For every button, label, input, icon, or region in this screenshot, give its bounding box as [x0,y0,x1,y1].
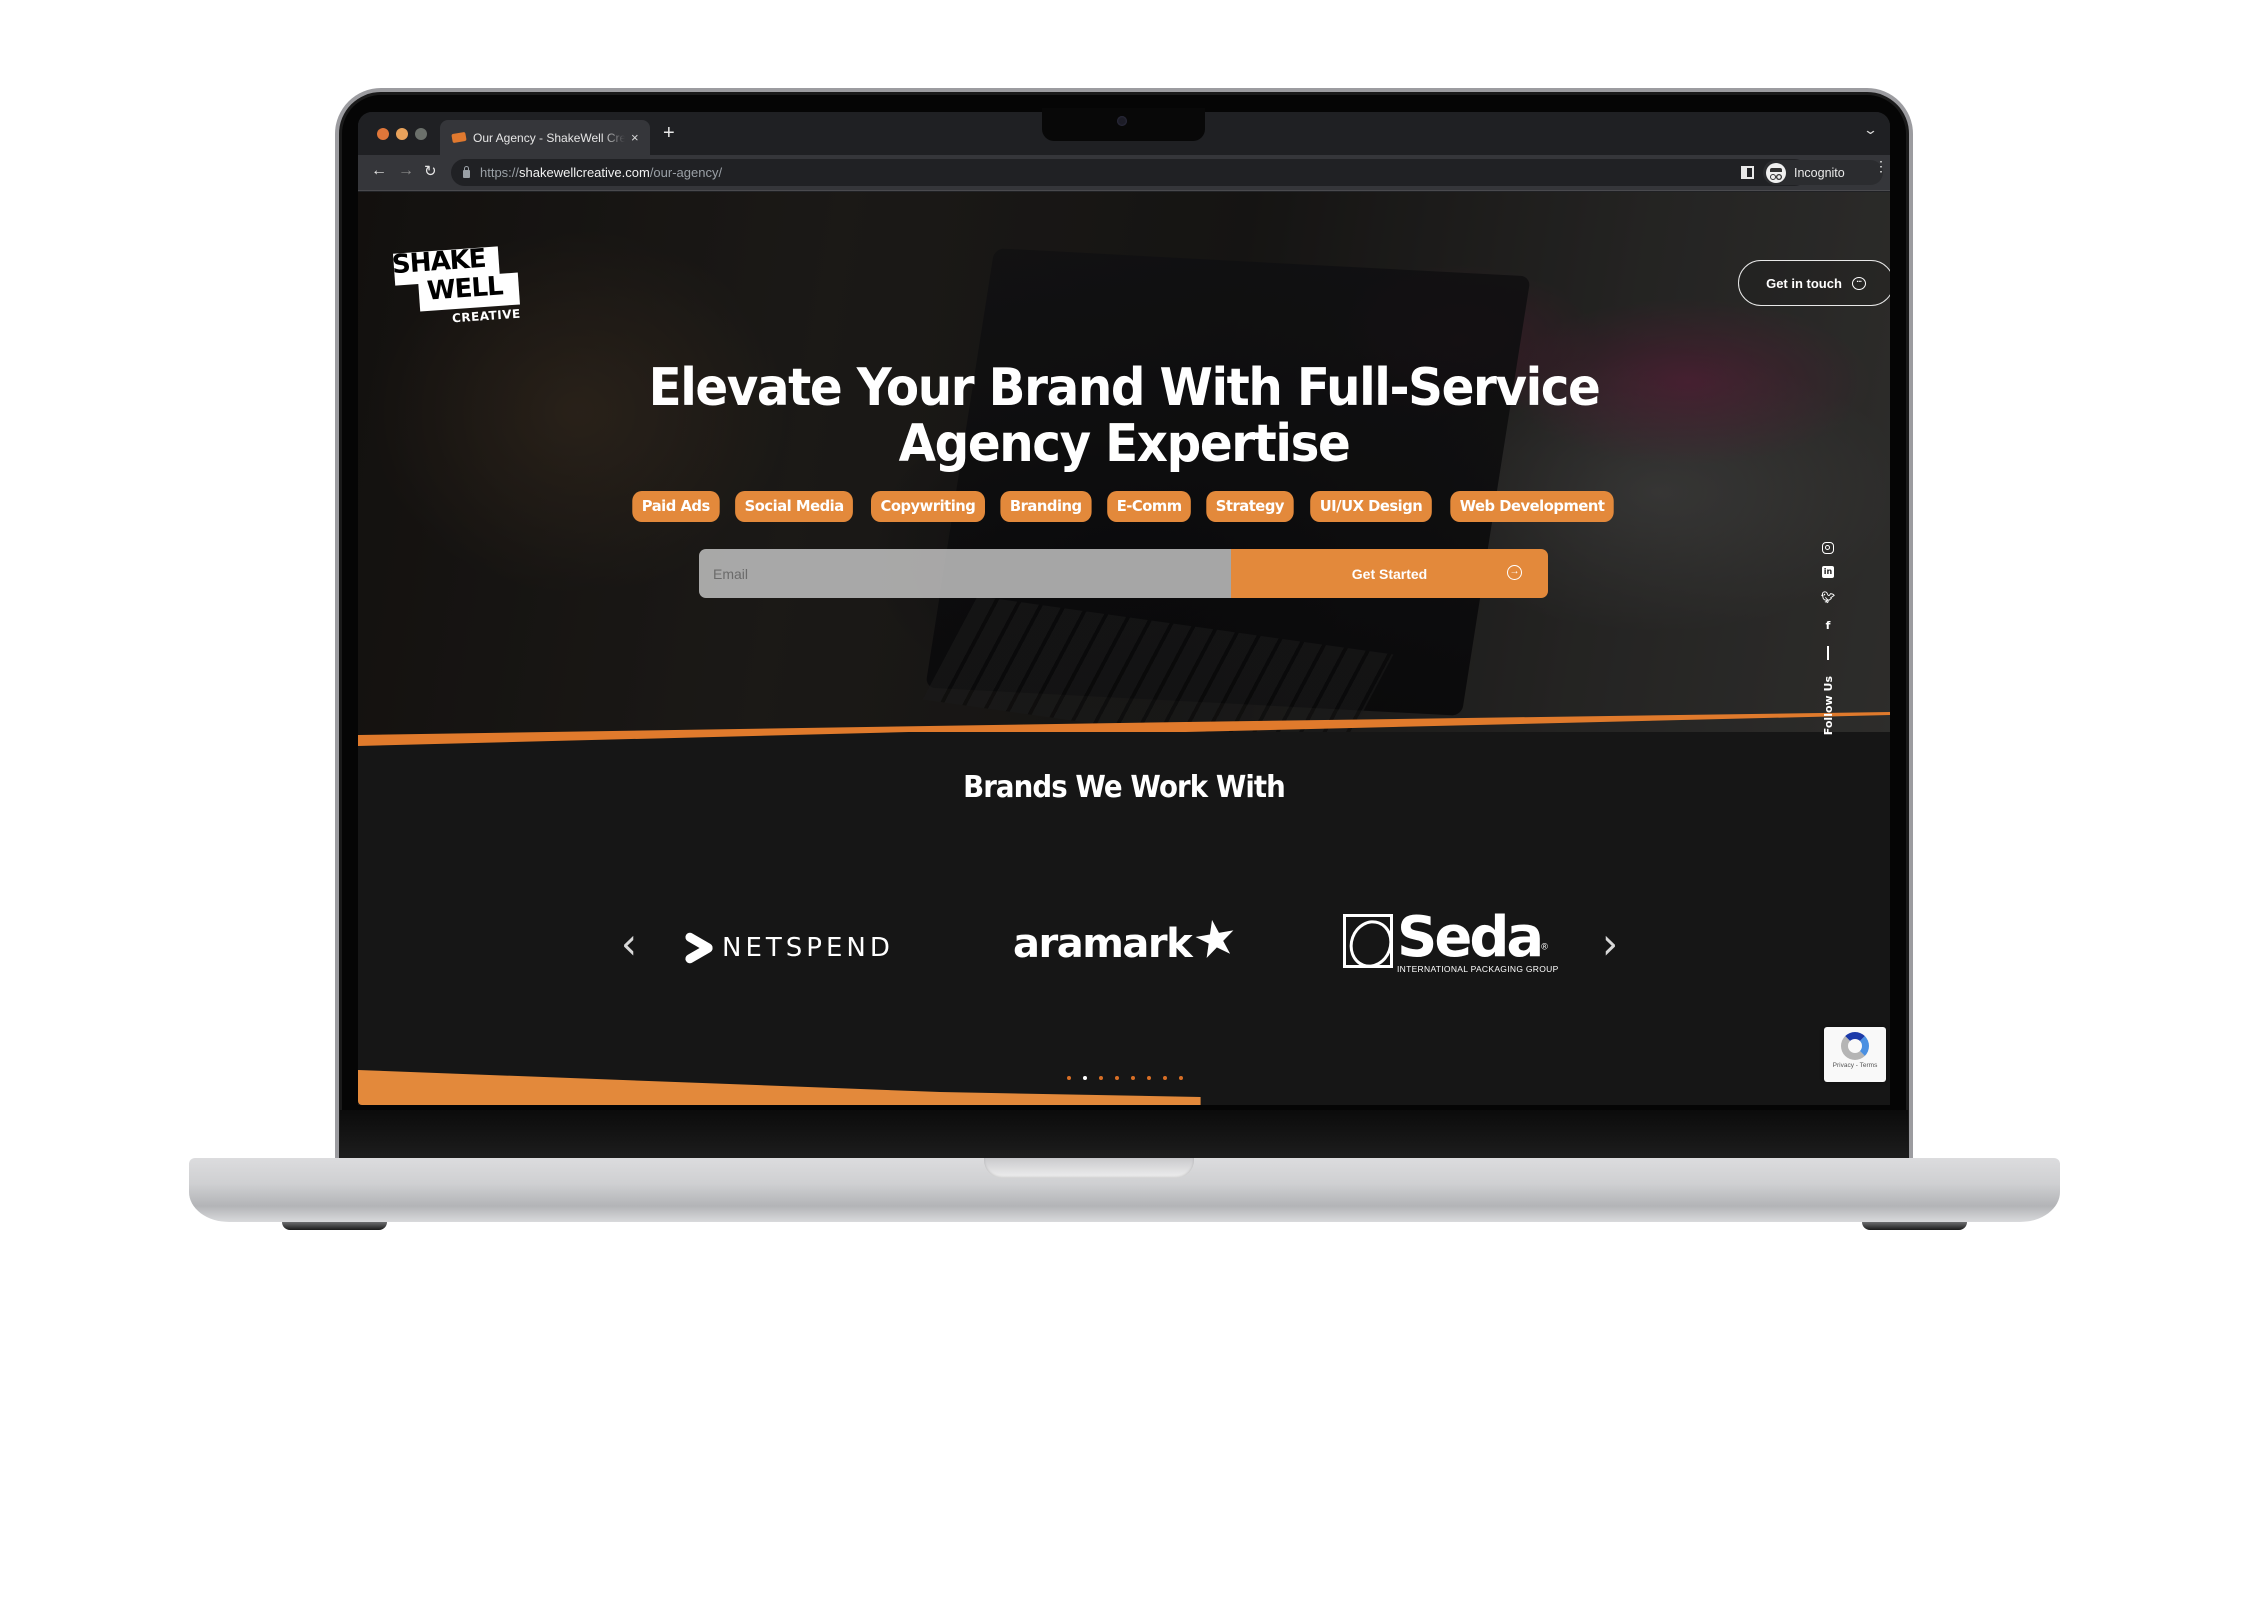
get-started-button[interactable]: Get Started → [1231,549,1548,598]
tab-close-icon[interactable]: × [631,130,639,145]
brand-name: NETSPEND [722,933,894,963]
carousel-dot[interactable] [1099,1076,1103,1080]
brand-logo-seda: Seda® INTERNATIONAL PACKAGING GROUP [1343,910,1559,975]
tab-title: Our Agency - ShakeWell Creative [473,130,625,145]
url-scheme: https:// [480,165,520,180]
incognito-icon [1766,162,1786,183]
service-tags: Paid Ads Social Media Copywriting Brandi… [358,491,1890,522]
browser-window: Our Agency - ShakeWell Creative × + ⌄ ← … [358,112,1890,1105]
service-tag-strategy[interactable]: Strategy [1206,491,1294,522]
service-tag-ui-ux-design[interactable]: UI/UX Design [1310,491,1432,522]
seda-mark-icon [1343,914,1393,968]
brand-logo-aramark: aramark ★ [1013,907,1241,972]
service-tag-copywriting[interactable]: Copywriting [870,491,985,522]
favicon-icon [451,131,467,144]
get-in-touch-button[interactable]: Get in touch ··· [1738,260,1890,306]
brand-name: aramark [1013,921,1193,967]
hero-section: SHAKE WELL CREATIVE Get in touch ··· Ele… [358,192,1890,758]
url-path: /our-agency/ [649,165,723,180]
instagram-icon[interactable] [1822,542,1834,554]
lock-icon [463,165,470,178]
reload-button[interactable]: ↻ [424,162,437,180]
carousel-dot[interactable] [1131,1076,1135,1080]
window-controls [377,128,427,140]
chat-bubble-icon: ··· [1851,276,1866,290]
tab-our-agency[interactable]: Our Agency - ShakeWell Creative × [440,120,650,155]
seda-wordmark: Seda® INTERNATIONAL PACKAGING GROUP [1397,910,1559,975]
social-links: in 🐦︎ f Follow Us [1820,542,1836,735]
email-signup-form: Get Started → [699,549,1548,598]
brand-tagline: INTERNATIONAL PACKAGING GROUP [1397,964,1559,974]
laptop-base [189,1158,2060,1222]
follow-us-label: Follow Us [1821,676,1835,736]
social-divider [1827,646,1829,660]
carousel-pagination [1067,1076,1183,1080]
service-tag-web-development[interactable]: Web Development [1450,491,1614,522]
logo-text-well: WELL [426,271,504,307]
facebook-icon[interactable]: f [1820,618,1836,634]
aramark-star-figure-icon: ★ [1188,906,1242,972]
carousel-dot[interactable] [1147,1076,1151,1080]
profile-label: Incognito [1794,165,1845,180]
laptop-chin [340,1110,1908,1158]
new-tab-button[interactable]: + [663,122,675,145]
laptop-foot-left [282,1222,387,1230]
recaptcha-privacy-terms: Privacy - Terms [1832,1062,1878,1069]
brands-title: Brands We Work With [963,770,1286,805]
service-tag-e-comm[interactable]: E-Comm [1107,491,1192,522]
lid-opening-notch [984,1158,1194,1178]
brand-logo-netspend: NETSPEND [684,935,894,961]
shakewell-logo[interactable]: SHAKE WELL CREATIVE [391,244,524,334]
address-bar[interactable]: https://shakewellcreative.com/our-agency… [451,159,1808,186]
carousel-dot[interactable] [1163,1076,1167,1080]
registered-mark: ® [1541,941,1548,952]
maximize-window-button[interactable] [415,128,427,140]
web-page: SHAKE WELL CREATIVE Get in touch ··· Ele… [358,192,1890,1105]
linkedin-icon[interactable]: in [1822,566,1834,578]
carousel-prev-chevron-icon[interactable]: ‹ [621,922,637,966]
back-button[interactable]: ← [371,162,387,180]
carousel-dot[interactable] [1083,1076,1087,1080]
netspend-mark-icon [684,936,714,960]
service-tag-paid-ads[interactable]: Paid Ads [631,491,719,522]
tab-search-chevron-icon[interactable]: ⌄ [1863,122,1878,138]
carousel-next-chevron-icon[interactable]: › [1602,922,1618,966]
headline-line-1: Elevate Your Brand With Full-Service [648,358,1601,418]
hero-headline: Elevate Your Brand With Full-Service Age… [412,360,1837,472]
carousel-dot[interactable] [1115,1076,1119,1080]
recaptcha-badge[interactable]: Privacy - Terms [1824,1027,1886,1082]
email-input[interactable] [699,549,1231,598]
service-tag-branding[interactable]: Branding [1000,491,1092,522]
logo-text-creative: CREATIVE [451,306,522,326]
get-in-touch-label: Get in touch [1766,275,1842,291]
recaptcha-icon [1841,1032,1869,1060]
minimize-window-button[interactable] [396,128,408,140]
incognito-profile-button[interactable]: Incognito [1763,160,1883,185]
carousel-dot[interactable] [1067,1076,1071,1080]
url-host: shakewellcreative.com [519,165,650,180]
arrow-circle-icon: → [1507,565,1522,580]
laptop-mockup: Our Agency - ShakeWell Creative × + ⌄ ← … [0,0,2248,1597]
close-window-button[interactable] [377,128,389,140]
service-tag-social-media[interactable]: Social Media [735,491,854,522]
side-panel-icon[interactable] [1741,166,1754,179]
brand-name: Seda [1397,905,1544,970]
browser-toolbar: ← → ↻ https://shakewellcreative.com/our-… [358,155,1890,191]
browser-menu-icon[interactable]: ⋮ [1874,159,1888,173]
laptop-foot-right [1862,1222,1967,1230]
get-started-label: Get Started [1351,565,1428,582]
camera-notch [1042,108,1205,141]
headline-line-2: Agency Expertise [898,414,1351,474]
forward-button[interactable]: → [398,162,414,180]
carousel-dot[interactable] [1179,1076,1183,1080]
camera-icon [1117,116,1127,126]
twitter-icon[interactable]: 🐦︎ [1820,590,1836,606]
